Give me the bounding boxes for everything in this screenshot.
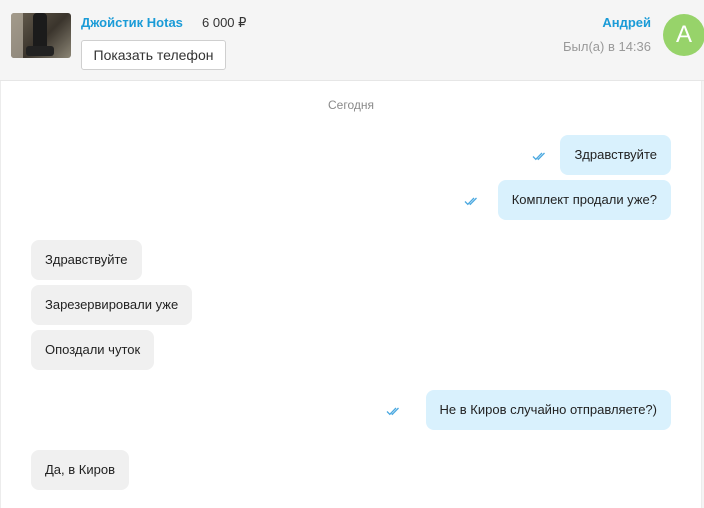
- show-phone-button[interactable]: Показать телефон: [81, 40, 226, 70]
- message-bubble-incoming[interactable]: Здравствуйте: [31, 240, 142, 280]
- read-receipt-icon: [464, 196, 480, 206]
- chat-header: Джойстик Hotas 6 000 ₽ Показать телефон …: [0, 0, 704, 81]
- message-bubble-outgoing[interactable]: Здравствуйте: [560, 135, 671, 175]
- message-bubble-outgoing[interactable]: Комплект продали уже?: [497, 180, 671, 220]
- joystick-base-shape: [26, 46, 54, 56]
- item-thumbnail[interactable]: [11, 13, 71, 58]
- message-list[interactable]: Сегодня Здравствуйте Комплект продали уж…: [0, 81, 702, 508]
- read-receipt-icon: [532, 151, 548, 161]
- message-bubble-outgoing[interactable]: Не в Киров случайно отправляете?): [425, 390, 671, 430]
- user-name-link[interactable]: Андрей: [602, 15, 651, 30]
- item-price: 6 000 ₽: [202, 15, 247, 30]
- message-bubble-incoming[interactable]: Зарезервировали уже: [31, 285, 193, 325]
- message-bubble-incoming[interactable]: Да, в Киров: [31, 450, 129, 490]
- read-receipt-icon: [386, 406, 402, 416]
- item-title-link[interactable]: Джойстик Hotas: [81, 15, 183, 30]
- last-seen-status: Был(а) в 14:36: [562, 39, 651, 54]
- avatar[interactable]: А: [663, 14, 704, 56]
- message-bubble-incoming[interactable]: Опоздали чуток: [31, 330, 155, 370]
- thumbnail-glare: [11, 13, 23, 58]
- date-separator: Сегодня: [328, 98, 374, 112]
